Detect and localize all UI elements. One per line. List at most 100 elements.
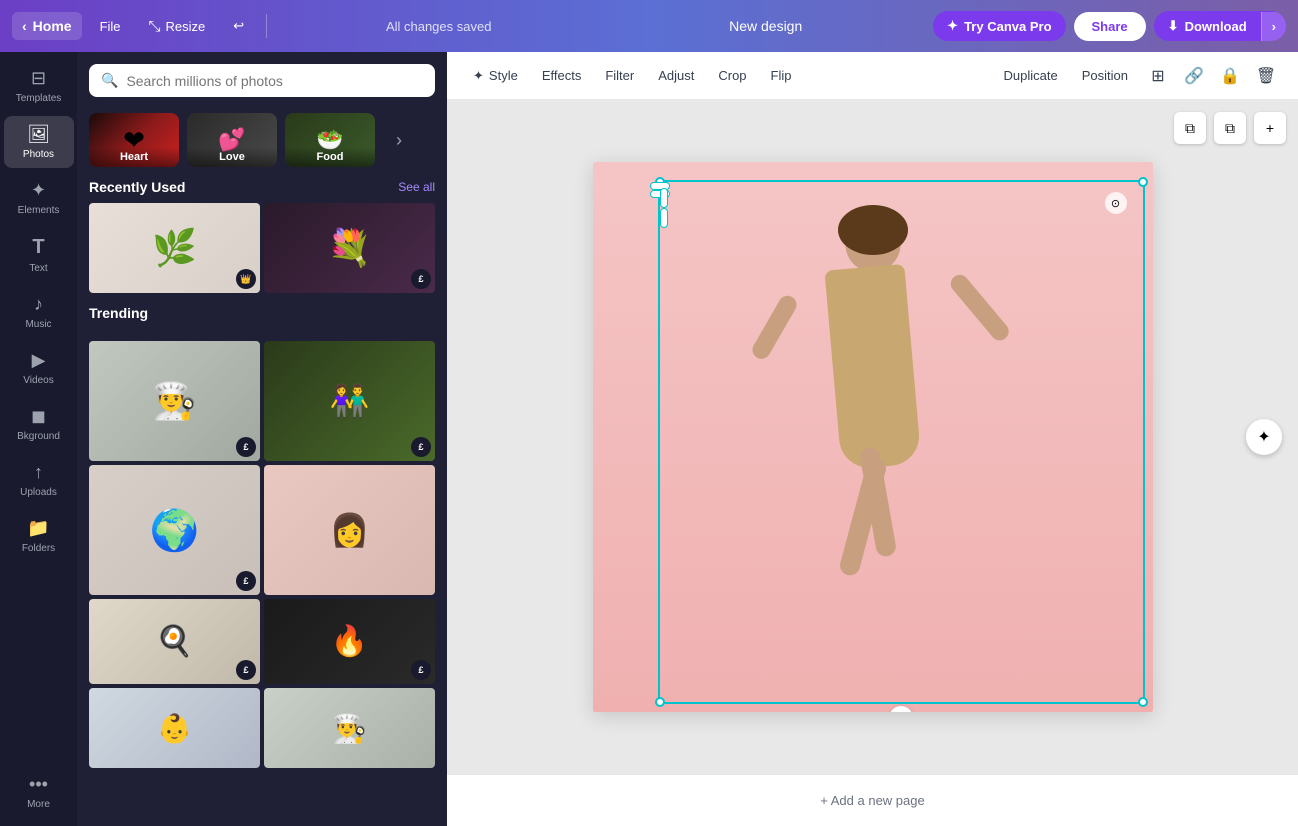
trending-row-3: 🍳 £ 🔥 £ (89, 599, 435, 684)
globe-badge: £ (236, 571, 256, 591)
photo-kitchen[interactable]: 🍳 £ (89, 599, 260, 684)
photo-plant[interactable]: 🌿 👑 (89, 203, 260, 293)
recently-used-header: Recently Used See all (89, 179, 435, 195)
panel-search: 🔍 (77, 52, 447, 109)
love-label: Love (187, 147, 277, 167)
file-label: File (100, 19, 121, 34)
adjust-button[interactable]: Adjust (648, 63, 704, 88)
search-icon: 🔍 (101, 72, 118, 89)
chevron-left-icon: ‹ (22, 18, 27, 34)
photos-icon: 🖼 (27, 124, 50, 145)
category-food[interactable]: 🥗 Food (285, 113, 375, 167)
link-icon: 🔗 (1184, 66, 1204, 86)
food-label: Food (285, 147, 375, 167)
music-label: Music (25, 319, 51, 330)
recently-used-grid: 🌿 👑 💐 £ (89, 203, 435, 293)
videos-label: Videos (23, 375, 53, 386)
lock-icon: 🔒 (1220, 66, 1240, 86)
trending-grid-scroll[interactable]: 👨‍🍳 £ 👫 £ 🌍 £ 👩 (77, 341, 447, 826)
category-next-arrow[interactable]: › (383, 113, 415, 167)
photo-chef[interactable]: 👨‍🍳 (264, 688, 435, 768)
link-button[interactable]: 🔗 (1178, 60, 1210, 92)
photo-kids[interactable]: 👶 (89, 688, 260, 768)
sidebar-item-more[interactable]: ••• More (4, 766, 74, 818)
background-label: Bkground (17, 431, 60, 442)
see-all-button[interactable]: See all (398, 180, 435, 194)
home-button[interactable]: ‹ Home (12, 12, 82, 40)
photo-couple[interactable]: 👫 £ (264, 341, 435, 461)
design-title: New design (606, 18, 925, 34)
more-icon: ••• (29, 774, 48, 795)
main-layout: ⊟ Templates 🖼 Photos ✦ Elements T Text ♪… (0, 52, 1298, 826)
try-pro-button[interactable]: ✦ Try Canva Pro (933, 11, 1065, 41)
crop-button[interactable]: Crop (708, 63, 756, 88)
recently-used-title: Recently Used (89, 179, 185, 195)
canvas-content (593, 162, 1153, 712)
lock-button[interactable]: 🔒 (1214, 60, 1246, 92)
try-pro-label: Try Canva Pro (964, 19, 1051, 34)
crop-label: Crop (718, 68, 746, 83)
add-page-bar[interactable]: + Add a new page (447, 774, 1298, 826)
share-button[interactable]: Share (1074, 12, 1146, 41)
sidebar-nav: ⊟ Templates 🖼 Photos ✦ Elements T Text ♪… (0, 52, 77, 826)
file-button[interactable]: File (90, 13, 131, 40)
effects-button[interactable]: Effects (532, 63, 592, 88)
undo-button[interactable]: ↩ (223, 12, 254, 40)
sidebar-item-text[interactable]: T Text (4, 228, 74, 282)
download-chevron[interactable]: › (1261, 12, 1286, 41)
sidebar-item-templates[interactable]: ⊟ Templates (4, 60, 74, 112)
style-button[interactable]: ✦ Style (463, 63, 528, 89)
heart-label: Heart (89, 147, 179, 167)
sidebar-item-background[interactable]: ◼ Bkground (4, 398, 74, 450)
category-love[interactable]: 💕 Love (187, 113, 277, 167)
couple-badge: £ (411, 437, 431, 457)
home-label: Home (33, 18, 72, 34)
photo-fireplace[interactable]: 🔥 £ (264, 599, 435, 684)
flip-button[interactable]: Flip (761, 63, 802, 88)
photo-woman[interactable]: 👩 (264, 465, 435, 595)
position-label: Position (1082, 68, 1128, 83)
topbar-divider (266, 14, 267, 38)
grid-icon: ⊞ (1151, 66, 1164, 86)
grid-button[interactable]: ⊞ (1142, 60, 1174, 92)
resize-button[interactable]: ⤡ Resize (139, 12, 216, 41)
add-page-button[interactable]: + Add a new page (820, 793, 924, 808)
download-icon: ⬇ (1168, 18, 1179, 34)
canvas-page[interactable]: ↻ ⊙ (593, 162, 1153, 712)
undo-icon: ↩ (233, 18, 244, 34)
sidebar-item-elements[interactable]: ✦ Elements (4, 172, 74, 224)
copy-icon: ⧉ (1225, 120, 1235, 137)
templates-label: Templates (16, 93, 62, 104)
sidebar-item-folders[interactable]: 📁 Folders (4, 510, 74, 562)
photo-flowers[interactable]: 💐 £ (264, 203, 435, 293)
add-button[interactable]: + (1254, 112, 1286, 144)
duplicate-button[interactable]: Duplicate (994, 63, 1068, 88)
sidebar-item-videos[interactable]: ▶ Videos (4, 342, 74, 394)
page-icon-button[interactable]: ⧉ (1174, 112, 1206, 144)
position-button[interactable]: Position (1072, 63, 1138, 88)
ai-refresh-button[interactable]: ✦ (1246, 419, 1282, 455)
filter-button[interactable]: Filter (595, 63, 644, 88)
videos-icon: ▶ (32, 350, 46, 371)
copy-button[interactable]: ⧉ (1214, 112, 1246, 144)
search-input[interactable] (126, 73, 423, 89)
sidebar-item-music[interactable]: ♪ Music (4, 286, 74, 338)
delete-button[interactable]: 🗑 (1250, 60, 1282, 92)
category-heart[interactable]: ❤ Heart (89, 113, 179, 167)
style-icon: ✦ (473, 68, 484, 84)
background-icon: ◼ (31, 406, 46, 427)
sidebar-item-photos[interactable]: 🖼 Photos (4, 116, 74, 168)
trash-icon: 🗑 (1256, 66, 1276, 86)
folders-icon: 📁 (27, 518, 49, 539)
download-button[interactable]: ⬇ Download › (1154, 11, 1286, 41)
recently-used-section: Recently Used See all 🌿 👑 💐 £ (77, 179, 447, 305)
photo-cook[interactable]: 👨‍🍳 £ (89, 341, 260, 461)
kitchen-badge: £ (236, 660, 256, 680)
trending-title: Trending (89, 305, 148, 321)
sidebar-item-uploads[interactable]: ↑ Uploads (4, 454, 74, 506)
add-icon: + (1266, 120, 1274, 136)
trending-header: Trending (89, 305, 435, 321)
download-main[interactable]: ⬇ Download (1154, 11, 1261, 41)
search-box[interactable]: 🔍 (89, 64, 435, 97)
photo-globe[interactable]: 🌍 £ (89, 465, 260, 595)
